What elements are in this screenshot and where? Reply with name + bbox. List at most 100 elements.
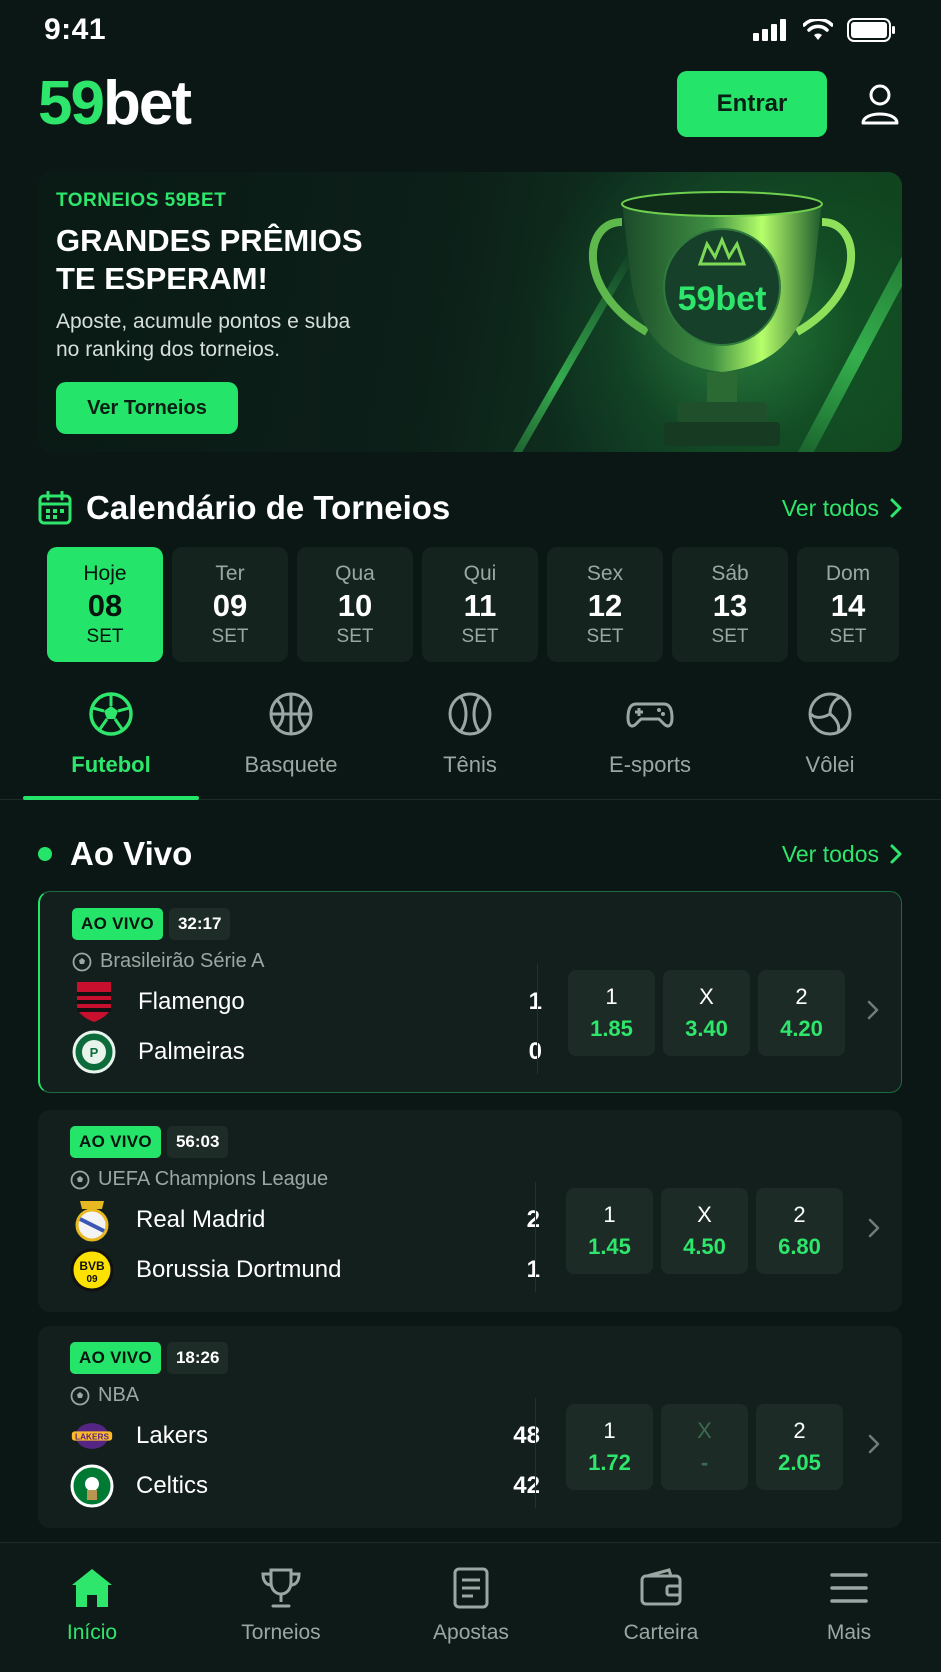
home-team-row: LAKERS Lakers 48 bbox=[70, 1414, 540, 1458]
view-tournaments-button[interactable]: Ver Torneios bbox=[56, 382, 238, 434]
day-month: SET bbox=[461, 625, 499, 647]
calendar-see-all-link[interactable]: Ver todos bbox=[782, 495, 903, 522]
volleyball-icon bbox=[808, 692, 852, 736]
day-chip[interactable]: Sáb 13 SET bbox=[672, 547, 788, 662]
day-chip[interactable]: Qua 10 SET bbox=[297, 547, 413, 662]
app-header: 59bet Entrar bbox=[38, 68, 903, 140]
menu-icon bbox=[826, 1565, 872, 1611]
soccer-ball-icon bbox=[70, 1386, 90, 1405]
tab-futebol[interactable]: Futebol bbox=[21, 690, 201, 778]
league-name: Brasileirão Série A bbox=[100, 950, 265, 972]
team-name: Lakers bbox=[136, 1422, 209, 1449]
flamengo-crest-icon bbox=[72, 980, 116, 1024]
day-chip[interactable]: Sex 12 SET bbox=[547, 547, 663, 662]
day-chip[interactable]: Dom 14 SET bbox=[797, 547, 899, 662]
team-score: 48 bbox=[513, 1422, 540, 1449]
day-number: 10 bbox=[337, 587, 373, 623]
day-name: Dom bbox=[825, 561, 871, 585]
tab-label: E-sports bbox=[609, 752, 691, 777]
palmeiras-crest-icon: P bbox=[72, 1030, 116, 1074]
day-number: 12 bbox=[587, 587, 623, 623]
day-chip[interactable]: Qui 11 SET bbox=[422, 547, 538, 662]
day-name: Hoje bbox=[83, 561, 127, 585]
away-team-row: Celtics 42 bbox=[70, 1464, 540, 1508]
soccer-ball-icon bbox=[89, 692, 133, 736]
match-card[interactable]: AO VIVO 56:03 UEFA Champions League Real… bbox=[38, 1110, 902, 1312]
soccer-ball-icon bbox=[72, 952, 92, 971]
nav-apostas[interactable]: Apostas bbox=[396, 1565, 546, 1645]
team-score: 0 bbox=[528, 1038, 542, 1065]
team-score: 1 bbox=[528, 988, 542, 1015]
day-name: Qui bbox=[463, 561, 497, 585]
odd-label: 1 bbox=[605, 984, 618, 1009]
team-score: 1 bbox=[526, 1256, 540, 1283]
nav-torneios[interactable]: Torneios bbox=[206, 1565, 356, 1645]
svg-text:P: P bbox=[90, 1045, 99, 1060]
day-number: 08 bbox=[87, 587, 123, 623]
calendar-title-text: Calendário de Torneios bbox=[86, 489, 451, 526]
day-chip[interactable]: Ter 09 SET bbox=[172, 547, 288, 662]
tab-tenis[interactable]: Tênis bbox=[380, 690, 560, 778]
banner-subtitle-line: no ranking dos torneios. bbox=[56, 338, 281, 361]
league-label: NBA bbox=[70, 1384, 139, 1407]
odd-draw-button[interactable]: X 3.40 bbox=[663, 970, 750, 1056]
see-all-label: Ver todos bbox=[781, 494, 879, 521]
odd-away-button[interactable]: 2 2.05 bbox=[756, 1404, 843, 1490]
tab-label: Tênis bbox=[443, 752, 497, 777]
odd-home-button[interactable]: 1 1.72 bbox=[566, 1404, 653, 1490]
match-card[interactable]: AO VIVO 32:17 Brasileirão Série A Flamen… bbox=[38, 891, 902, 1093]
odd-away-button[interactable]: 2 6.80 bbox=[756, 1188, 843, 1274]
nav-label: Carteira bbox=[623, 1621, 699, 1644]
odd-label: 2 bbox=[793, 1418, 806, 1443]
nav-label: Apostas bbox=[433, 1621, 509, 1644]
signal-icon bbox=[753, 19, 786, 41]
banner-title-line: TE ESPERAM! bbox=[56, 261, 268, 296]
lakers-logo-icon: LAKERS bbox=[70, 1414, 114, 1458]
svg-text:09: 09 bbox=[86, 1274, 98, 1285]
match-clock: 18:26 bbox=[166, 1342, 229, 1374]
trophy-image: 59bet bbox=[589, 191, 855, 446]
match-badges: AO VIVO 18:26 bbox=[70, 1342, 229, 1374]
nav-mais[interactable]: Mais bbox=[774, 1565, 924, 1645]
odd-label: 2 bbox=[795, 984, 808, 1009]
day-chip-today[interactable]: Hoje 08 SET bbox=[47, 547, 163, 662]
odd-home-button[interactable]: 1 1.85 bbox=[568, 970, 655, 1056]
odd-draw-button[interactable]: X 4.50 bbox=[661, 1188, 748, 1274]
odd-value: 4.20 bbox=[780, 1016, 823, 1041]
dortmund-crest-icon: BVB 09 bbox=[70, 1248, 114, 1292]
chevron-right-icon[interactable] bbox=[866, 1216, 882, 1240]
odd-value: 1.72 bbox=[588, 1450, 631, 1475]
tab-basquete[interactable]: Basquete bbox=[201, 690, 381, 778]
away-team-row: BVB 09 Borussia Dortmund 1 bbox=[70, 1248, 540, 1292]
chevron-right-icon[interactable] bbox=[866, 1432, 882, 1456]
tab-volei[interactable]: Vôlei bbox=[740, 690, 920, 778]
tab-esports[interactable]: E-sports bbox=[560, 690, 740, 778]
odd-away-button[interactable]: 2 4.20 bbox=[758, 970, 845, 1056]
nav-carteira[interactable]: Carteira bbox=[586, 1565, 736, 1645]
tournaments-banner[interactable]: 59bet TORNEIOS 59BET GRANDES PRÊMIOS TE … bbox=[38, 172, 902, 452]
team-score: 2 bbox=[526, 1206, 540, 1233]
user-profile-icon[interactable] bbox=[857, 81, 903, 127]
chevron-right-icon bbox=[890, 844, 902, 864]
login-button[interactable]: Entrar bbox=[677, 71, 827, 137]
match-card[interactable]: AO VIVO 18:26 NBA LAKERS Lakers 48 Celti… bbox=[38, 1326, 902, 1528]
team-name: Celtics bbox=[136, 1472, 209, 1499]
wallet-icon bbox=[638, 1565, 684, 1611]
celtics-logo-icon bbox=[70, 1464, 114, 1508]
bottom-navigation: Início Torneios Apostas Carteira Mais bbox=[0, 1542, 941, 1672]
day-name: Ter bbox=[215, 561, 245, 585]
odds-group: 1 1.85 X 3.40 2 4.20 bbox=[568, 970, 845, 1056]
banner-title: GRANDES PRÊMIOS TE ESPERAM! bbox=[56, 222, 436, 298]
odd-home-button[interactable]: 1 1.45 bbox=[566, 1188, 653, 1274]
chevron-right-icon[interactable] bbox=[865, 998, 881, 1022]
tab-label: Vôlei bbox=[805, 752, 855, 777]
odd-value: 1.85 bbox=[590, 1016, 633, 1041]
logo[interactable]: 59bet bbox=[38, 73, 192, 135]
home-team-row: Flamengo 1 bbox=[72, 980, 542, 1024]
trophy-logo-text: 59bet bbox=[678, 280, 767, 318]
live-title: Ao Vivo bbox=[38, 835, 192, 873]
day-number: 14 bbox=[830, 587, 866, 623]
nav-inicio[interactable]: Início bbox=[17, 1565, 167, 1645]
live-see-all-link[interactable]: Ver todos bbox=[782, 841, 903, 868]
league-name: UEFA Champions League bbox=[98, 1168, 329, 1190]
